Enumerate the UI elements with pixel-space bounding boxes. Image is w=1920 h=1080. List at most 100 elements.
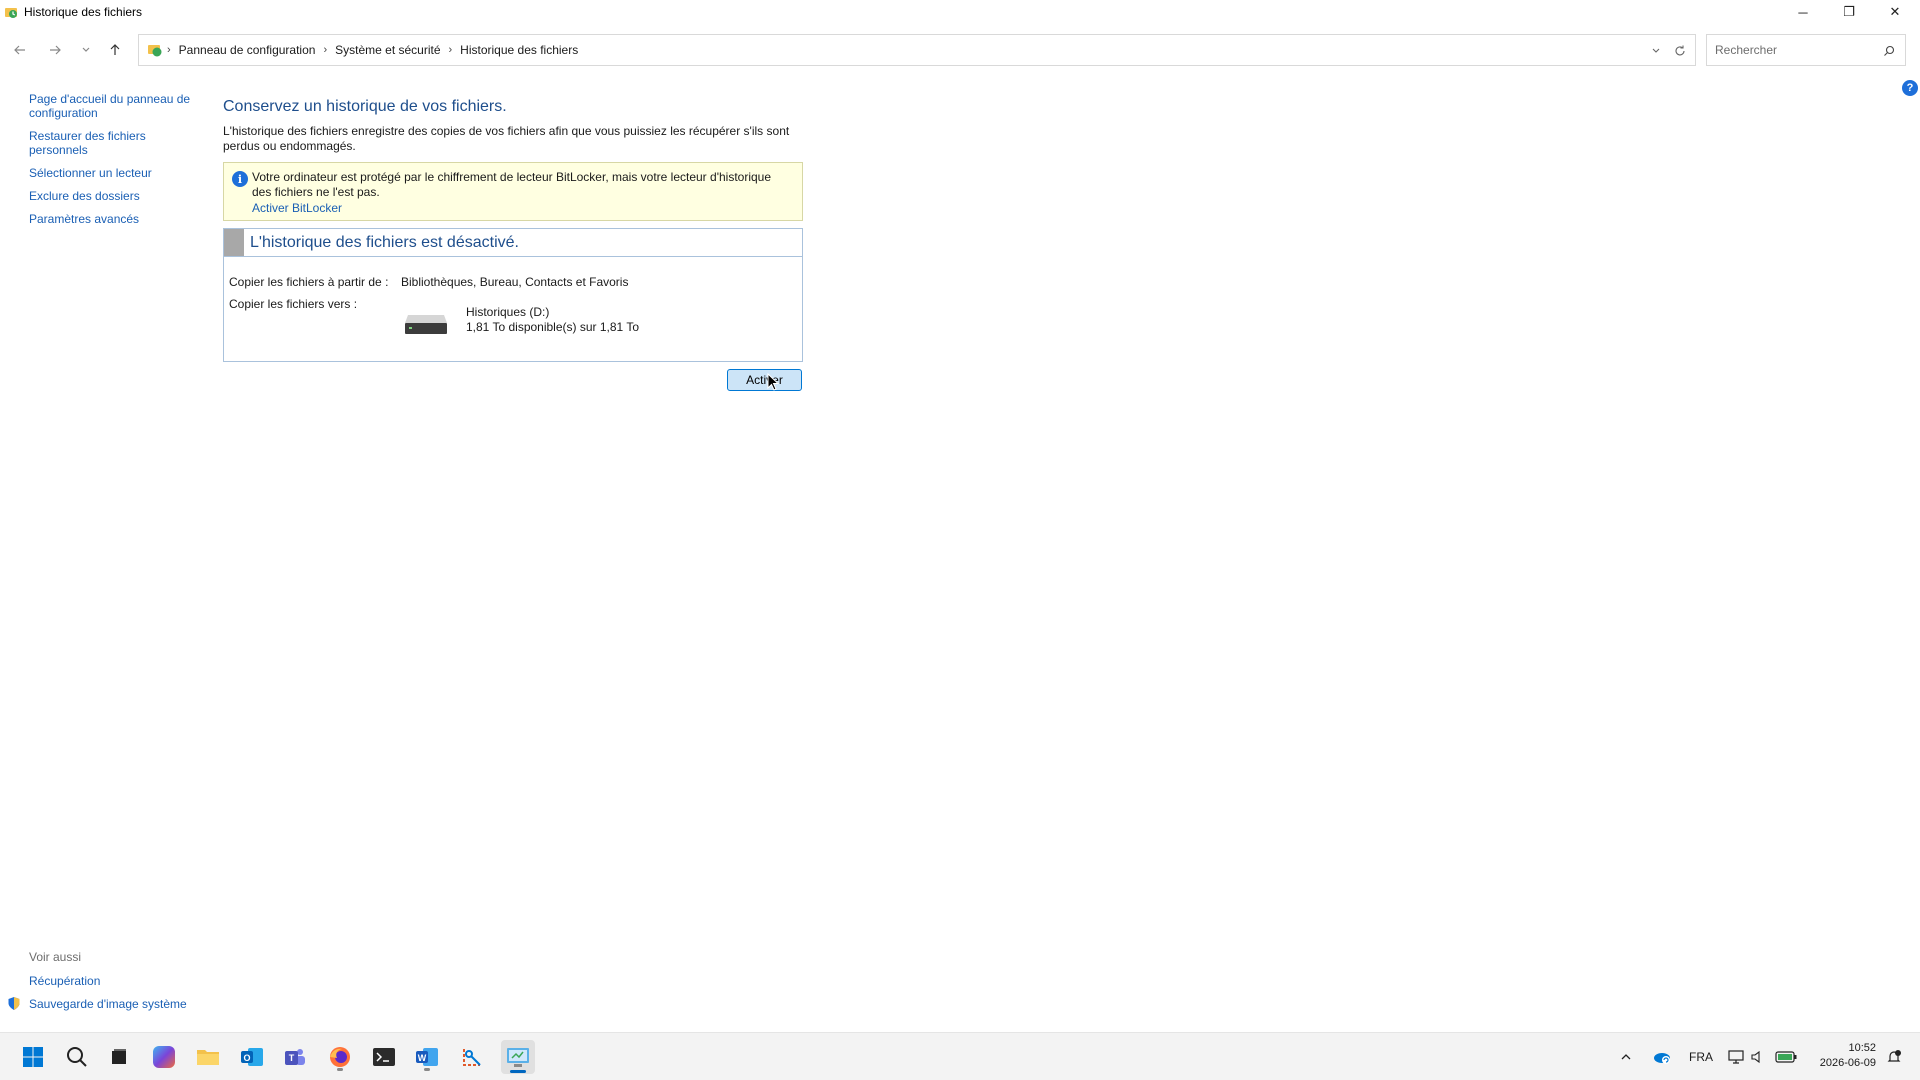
arrow-up-icon <box>110 44 120 55</box>
windows-logo-icon <box>23 1047 43 1067</box>
taskbar: O T W FRA 10:52 2026-06-09 <box>0 1032 1920 1080</box>
svg-text:O: O <box>243 1053 250 1063</box>
taskbar-app-file-explorer[interactable] <box>193 1042 223 1072</box>
running-indicator <box>337 1068 343 1071</box>
bitlocker-warning: i Votre ordinateur est protégé par le ch… <box>223 162 803 221</box>
control-panel-icon <box>148 45 162 57</box>
search-input[interactable]: Rechercher <box>1706 34 1906 66</box>
taskbar-app-m365[interactable] <box>149 1042 179 1072</box>
left-pane: Page d'accueil du panneau de configurati… <box>29 92 199 235</box>
teams-icon: T <box>285 1049 305 1065</box>
file-history-status-panel: L'historique des fichiers est désactivé.… <box>223 228 803 362</box>
copy-from-label: Copier les fichiers à partir de : <box>229 275 389 289</box>
network-icon <box>1728 1050 1744 1064</box>
network-tray-button[interactable] <box>1728 1033 1744 1080</box>
breadcrumb-file-history[interactable]: Historique des fichiers <box>460 43 578 57</box>
address-dropdown-icon[interactable] <box>1651 46 1661 56</box>
battery-icon <box>1775 1051 1797 1063</box>
drive-name: Historiques (D:) <box>466 305 550 319</box>
svg-text:T: T <box>289 1053 295 1063</box>
task-view-icon <box>112 1049 126 1064</box>
activate-button[interactable]: Activer <box>727 369 802 391</box>
window-title: Historique des fichiers <box>24 5 143 19</box>
onedrive-sync-icon <box>1654 1053 1670 1064</box>
up-button[interactable] <box>103 38 127 62</box>
sidebar-link-control-panel-home[interactable]: Page d'accueil du panneau de configurati… <box>29 92 199 120</box>
taskbar-search-button[interactable] <box>62 1042 92 1072</box>
sidebar-link-select-drive[interactable]: Sélectionner un lecteur <box>29 166 199 180</box>
battery-tray-button[interactable] <box>1775 1033 1797 1080</box>
clock-date: 2026-06-09 <box>1819 1057 1876 1069</box>
file-history-icon <box>5 8 17 18</box>
taskbar-app-firefox[interactable] <box>325 1042 355 1072</box>
help-icon[interactable]: ? <box>1902 80 1918 96</box>
terminal-icon <box>373 1048 395 1066</box>
clock-time: 10:52 <box>1848 1042 1876 1054</box>
sidebar-link-advanced-settings[interactable]: Paramètres avancés <box>29 212 199 226</box>
mouse-cursor-icon <box>767 373 780 391</box>
task-view-button[interactable] <box>104 1042 134 1072</box>
search-placeholder: Rechercher <box>1715 43 1778 57</box>
show-hidden-icons-button[interactable] <box>1620 1033 1632 1080</box>
word-icon: W <box>416 1048 438 1066</box>
sidebar-link-exclude-folders[interactable]: Exclure des dossiers <box>29 189 199 203</box>
clock[interactable]: 10:52 2026-06-09 <box>1808 1041 1876 1071</box>
active-indicator <box>510 1070 526 1073</box>
navigation-bar: › Panneau de configuration › Système et … <box>0 30 1920 70</box>
drive-icon <box>405 315 447 334</box>
see-also-header: Voir aussi <box>29 950 82 964</box>
taskbar-app-outlook[interactable]: O <box>237 1042 267 1072</box>
refresh-icon[interactable] <box>1673 44 1687 58</box>
taskbar-app-control-panel[interactable] <box>501 1040 535 1074</box>
forward-button[interactable] <box>43 38 67 62</box>
title-bar: Historique des fichiers ─ ❐ ✕ <box>0 0 1920 24</box>
copy-to-label: Copier les fichiers vers : <box>229 297 358 311</box>
firefox-icon <box>330 1047 350 1067</box>
status-header: L'historique des fichiers est désactivé. <box>224 229 802 257</box>
breadcrumb-separator: › <box>323 44 328 56</box>
status-indicator <box>224 229 244 256</box>
breadcrumb-separator: › <box>448 44 453 56</box>
chevron-down-icon <box>82 47 90 52</box>
notification-bell-icon <box>1887 1050 1901 1062</box>
start-button[interactable] <box>18 1042 48 1072</box>
language-label: FRA <box>1689 1050 1713 1064</box>
page-heading: Conservez un historique de vos fichiers. <box>223 98 507 115</box>
breadcrumb-system-security[interactable]: Système et sécurité <box>335 43 440 57</box>
main-content: Conservez un historique de vos fichiers.… <box>223 98 803 362</box>
notifications-button[interactable] <box>1886 1033 1902 1080</box>
drive-space: 1,81 To disponible(s) sur 1,81 To <box>466 320 639 334</box>
onedrive-tray-button[interactable] <box>1652 1033 1672 1080</box>
info-icon: i <box>232 171 248 187</box>
activate-bitlocker-link[interactable]: Activer BitLocker <box>252 201 342 216</box>
outlook-icon: O <box>241 1048 263 1066</box>
control-panel-icon <box>507 1048 529 1067</box>
sidebar-link-restore-files[interactable]: Restaurer des fichiers personnels <box>29 129 149 157</box>
language-indicator[interactable]: FRA <box>1689 1033 1713 1080</box>
snipping-tool-icon <box>463 1049 481 1066</box>
see-also-link-recovery[interactable]: Récupération <box>29 974 187 988</box>
arrow-right-icon <box>50 45 61 55</box>
copy-from-value: Bibliothèques, Bureau, Contacts et Favor… <box>401 275 629 289</box>
see-also-link-system-image[interactable]: Sauvegarde d'image système <box>29 997 187 1011</box>
close-button[interactable]: ✕ <box>1872 0 1918 24</box>
restore-button[interactable]: ❐ <box>1826 0 1872 24</box>
volume-tray-button[interactable] <box>1750 1033 1764 1080</box>
search-icon <box>67 1047 87 1067</box>
taskbar-app-word[interactable]: W <box>412 1042 442 1072</box>
status-title: L'historique des fichiers est désactivé. <box>250 233 519 251</box>
address-bar[interactable]: › Panneau de configuration › Système et … <box>138 34 1696 66</box>
warning-text: Votre ordinateur est protégé par le chif… <box>252 170 772 199</box>
minimize-button[interactable]: ─ <box>1780 0 1826 24</box>
see-also-section: Voir aussi Récupération Sauvegarde d'ima… <box>29 950 187 1020</box>
chevron-up-icon <box>1621 1054 1631 1060</box>
taskbar-app-terminal[interactable] <box>369 1042 399 1072</box>
taskbar-app-snipping-tool[interactable] <box>457 1042 487 1072</box>
svg-text:W: W <box>418 1053 427 1063</box>
taskbar-app-teams[interactable]: T <box>280 1042 310 1072</box>
page-description: L'historique des fichiers enregistre des… <box>223 124 790 153</box>
back-button[interactable] <box>8 38 32 62</box>
speaker-icon <box>1751 1050 1760 1064</box>
breadcrumb-control-panel[interactable]: Panneau de configuration <box>179 43 316 57</box>
recent-locations-button[interactable] <box>74 38 98 62</box>
